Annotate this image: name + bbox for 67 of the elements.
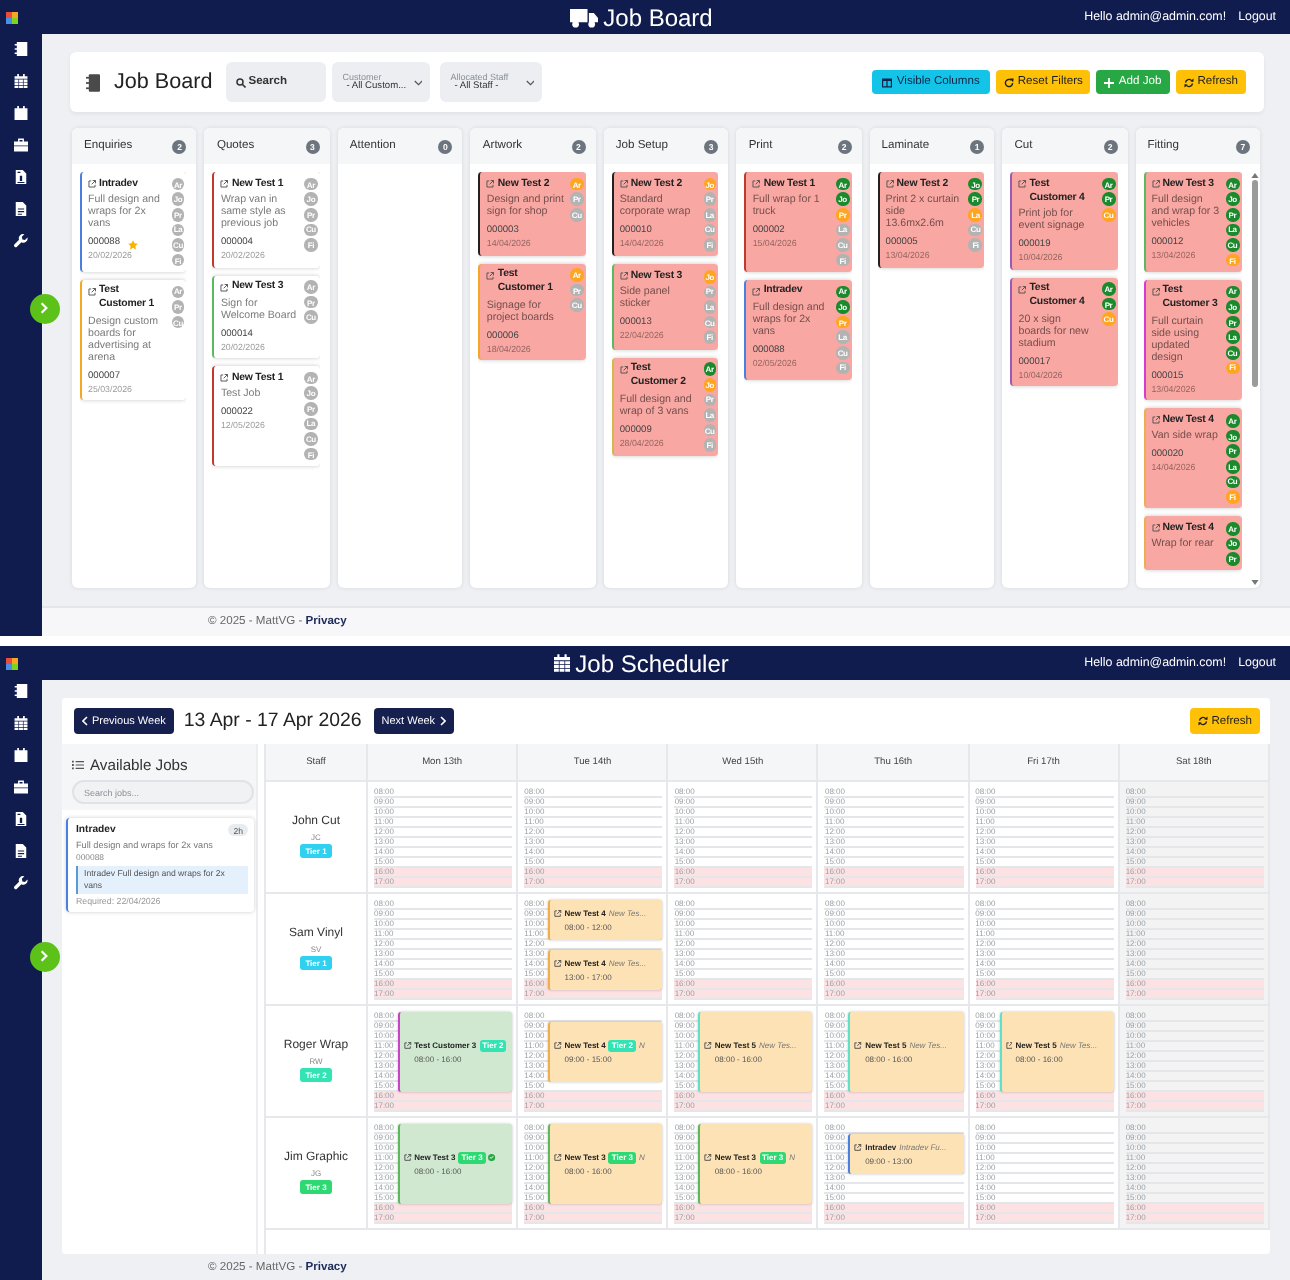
external-link-icon	[1018, 285, 1027, 293]
external-link-icon	[220, 180, 229, 188]
document-icon[interactable]	[14, 812, 28, 826]
external-link-icon	[1018, 180, 1027, 188]
refresh-icon	[1197, 716, 1208, 726]
chevron-right-icon	[40, 302, 48, 314]
external-link-icon	[554, 909, 562, 918]
external-link-icon	[486, 180, 495, 188]
external-link-icon	[220, 374, 229, 382]
external-link-icon	[1151, 416, 1160, 425]
external-link-icon	[1151, 524, 1160, 533]
external-link-icon	[88, 287, 96, 296]
chevron-down-icon	[525, 79, 535, 85]
scrollbar[interactable]	[1249, 172, 1259, 586]
external-link-icon	[885, 180, 894, 188]
list-icon	[72, 760, 84, 770]
external-link-icon	[554, 1041, 562, 1050]
file-icon[interactable]	[14, 844, 28, 858]
external-link-icon	[752, 180, 761, 188]
file-icon[interactable]	[14, 202, 28, 216]
calendar-icon	[553, 654, 570, 672]
document-icon[interactable]	[14, 170, 28, 184]
external-link-icon	[554, 959, 562, 968]
external-link-icon	[1005, 1041, 1013, 1050]
briefcase-icon[interactable]	[14, 138, 28, 152]
external-link-icon	[404, 1041, 412, 1050]
chevron-right-icon	[439, 716, 446, 726]
week-range: 13 Apr - 17 Apr 2026	[183, 710, 362, 732]
page-title: Job Scheduler	[575, 649, 729, 677]
external-link-icon	[1151, 180, 1160, 188]
external-link-icon	[854, 1041, 863, 1050]
chevron-down-icon	[413, 79, 423, 85]
calendar-icon[interactable]	[14, 748, 28, 762]
logo-icon	[6, 11, 18, 23]
external-link-icon	[619, 365, 628, 374]
board-title: Job Board	[114, 70, 213, 94]
external-link-icon	[752, 287, 761, 296]
external-link-icon	[619, 272, 628, 281]
book-icon[interactable]	[14, 42, 28, 56]
external-link-icon	[554, 1153, 562, 1162]
chevron-left-icon	[82, 716, 88, 726]
calendar-grid-icon[interactable]	[14, 716, 28, 730]
chevron-right-icon	[40, 950, 48, 962]
page-title: Job Board	[603, 3, 713, 31]
calendar-grid-icon[interactable]	[14, 74, 28, 88]
external-link-icon	[404, 1153, 412, 1162]
external-link-icon	[220, 283, 229, 291]
notebook-icon	[86, 73, 100, 91]
rotate-icon	[1003, 77, 1014, 87]
plus-icon	[1104, 77, 1115, 87]
book-icon[interactable]	[14, 684, 28, 698]
external-link-icon	[854, 1143, 863, 1152]
columns-icon	[882, 77, 893, 87]
external-link-icon	[704, 1153, 712, 1162]
refresh-icon	[1183, 77, 1194, 87]
wrench-icon[interactable]	[14, 234, 28, 248]
briefcase-icon[interactable]	[14, 780, 28, 794]
external-link-icon	[704, 1041, 712, 1050]
calendar-icon[interactable]	[14, 106, 28, 120]
logo-icon	[6, 657, 18, 669]
external-link-icon	[88, 180, 96, 188]
external-link-icon	[619, 180, 628, 188]
external-link-icon	[1151, 287, 1160, 296]
truck-icon	[569, 7, 598, 27]
external-link-icon	[486, 271, 495, 279]
search-icon	[235, 77, 246, 87]
wrench-icon[interactable]	[14, 876, 28, 890]
